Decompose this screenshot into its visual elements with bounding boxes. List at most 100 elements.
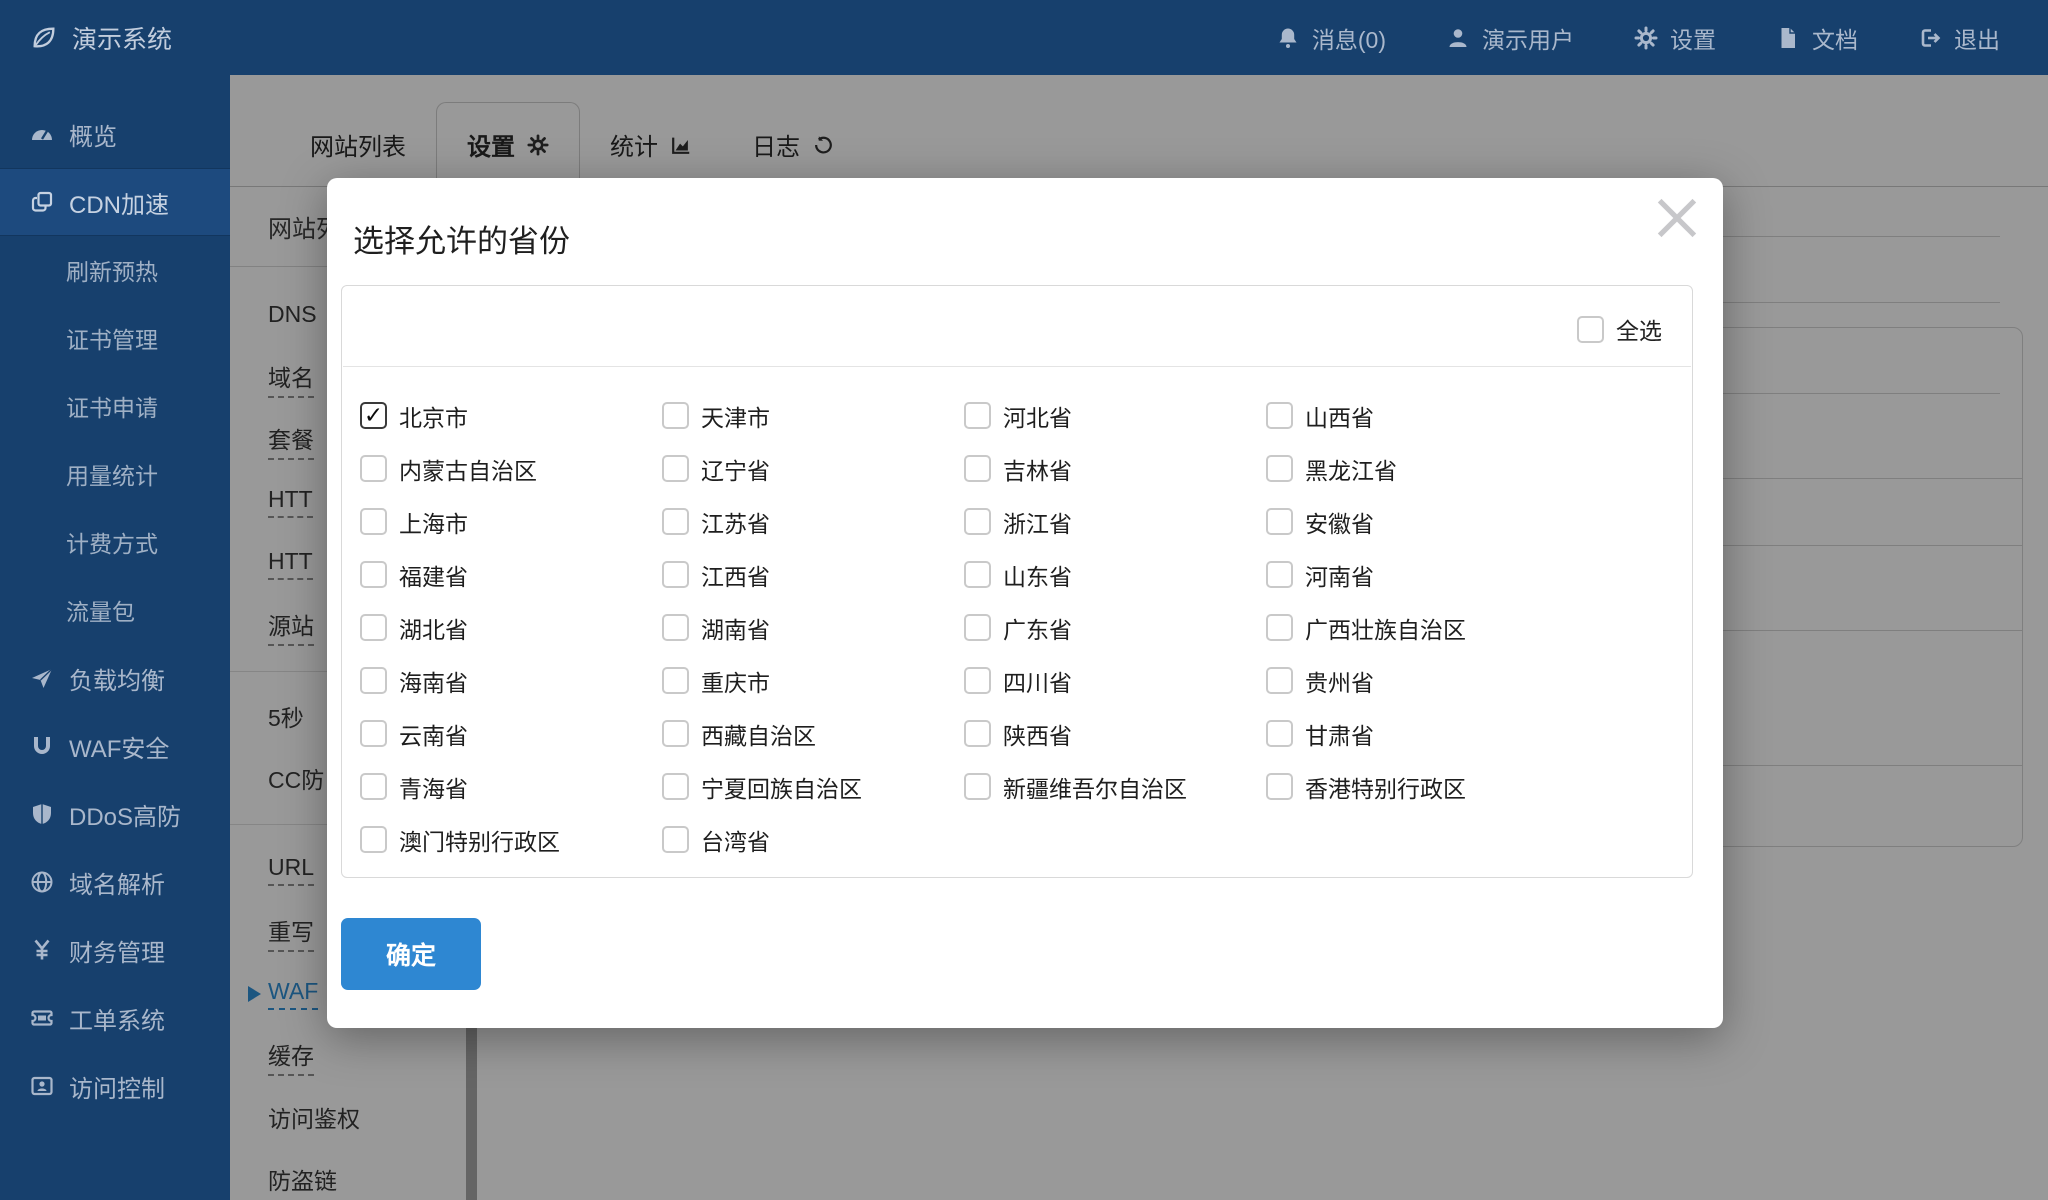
sidebar: 概览 CDN加速 刷新预热 证书管理 证书申请 用量统计 xyxy=(0,75,230,1200)
sidebar-item[interactable]: 财务管理 xyxy=(0,916,230,984)
sidebar-item[interactable]: 流量包 xyxy=(0,576,230,644)
confirm-button[interactable]: 确定 xyxy=(341,918,481,990)
sidebar-item[interactable]: 负载均衡 xyxy=(0,644,230,712)
sidebar-item[interactable]: 域名解析 xyxy=(0,848,230,916)
province-label: 上海市 xyxy=(399,505,468,539)
province-label: 吉林省 xyxy=(1003,452,1072,486)
province-checkbox[interactable] xyxy=(964,561,991,588)
province-checkbox[interactable] xyxy=(1266,720,1293,747)
province-checkbox[interactable] xyxy=(964,667,991,694)
province-option[interactable]: 黑龙江省 xyxy=(1266,442,1568,495)
province-option[interactable]: 河北省 xyxy=(964,389,1266,442)
close-icon[interactable] xyxy=(1651,192,1703,244)
province-option[interactable]: 香港特别行政区 xyxy=(1266,760,1568,813)
province-checkbox[interactable] xyxy=(662,720,689,747)
sidebar-item[interactable]: 访问控制 xyxy=(0,1052,230,1120)
province-option[interactable]: 澳门特别行政区 xyxy=(360,813,662,866)
header-menu-item[interactable]: 演示用户 xyxy=(1446,21,1574,55)
province-option[interactable]: 甘肃省 xyxy=(1266,707,1568,760)
province-option[interactable]: 西藏自治区 xyxy=(662,707,964,760)
province-option[interactable]: 安徽省 xyxy=(1266,495,1568,548)
province-checkbox[interactable] xyxy=(1266,773,1293,800)
sidebar-item[interactable]: 刷新预热 xyxy=(0,236,230,304)
sidebar-item[interactable]: 工单系统 xyxy=(0,984,230,1052)
province-option[interactable]: 北京市 xyxy=(360,389,662,442)
province-label: 广东省 xyxy=(1003,611,1072,645)
province-option[interactable]: 天津市 xyxy=(662,389,964,442)
province-checkbox[interactable] xyxy=(662,561,689,588)
province-option[interactable]: 云南省 xyxy=(360,707,662,760)
header-menu-item[interactable]: 设置 xyxy=(1634,21,1716,55)
province-option[interactable]: 台湾省 xyxy=(662,813,964,866)
province-checkbox[interactable] xyxy=(360,402,387,429)
province-checkbox[interactable] xyxy=(360,667,387,694)
province-checkbox[interactable] xyxy=(964,773,991,800)
sidebar-item[interactable]: 用量统计 xyxy=(0,440,230,508)
province-option[interactable]: 四川省 xyxy=(964,654,1266,707)
province-checkbox[interactable] xyxy=(662,826,689,853)
province-option[interactable]: 陕西省 xyxy=(964,707,1266,760)
province-option[interactable]: 上海市 xyxy=(360,495,662,548)
province-option[interactable]: 江西省 xyxy=(662,548,964,601)
province-option[interactable]: 宁夏回族自治区 xyxy=(662,760,964,813)
province-checkbox[interactable] xyxy=(1266,508,1293,535)
province-checkbox[interactable] xyxy=(1266,667,1293,694)
province-option[interactable]: 山东省 xyxy=(964,548,1266,601)
province-option[interactable]: 辽宁省 xyxy=(662,442,964,495)
header-menu-item[interactable]: 退出 xyxy=(1918,21,2000,55)
province-checkbox[interactable] xyxy=(662,773,689,800)
province-checkbox[interactable] xyxy=(1266,402,1293,429)
province-option[interactable]: 新疆维吾尔自治区 xyxy=(964,760,1266,813)
province-checkbox[interactable] xyxy=(662,455,689,482)
province-checkbox[interactable] xyxy=(964,402,991,429)
province-label: 河南省 xyxy=(1305,558,1374,592)
province-option[interactable]: 福建省 xyxy=(360,548,662,601)
sidebar-item-label: 域名解析 xyxy=(69,865,165,900)
province-option[interactable]: 内蒙古自治区 xyxy=(360,442,662,495)
province-checkbox[interactable] xyxy=(1266,561,1293,588)
header-menu-item[interactable]: 文档 xyxy=(1776,21,1858,55)
province-checkbox[interactable] xyxy=(964,508,991,535)
sidebar-item[interactable]: DDoS高防 xyxy=(0,780,230,848)
sidebar-item[interactable]: CDN加速 xyxy=(0,168,230,236)
province-checkbox[interactable] xyxy=(964,455,991,482)
province-option[interactable]: 山西省 xyxy=(1266,389,1568,442)
sidebar-item[interactable]: 证书申请 xyxy=(0,372,230,440)
province-option[interactable]: 海南省 xyxy=(360,654,662,707)
province-checkbox[interactable] xyxy=(964,614,991,641)
province-label: 重庆市 xyxy=(701,664,770,698)
province-checkbox[interactable] xyxy=(1266,614,1293,641)
province-label: 贵州省 xyxy=(1305,664,1374,698)
province-option[interactable]: 浙江省 xyxy=(964,495,1266,548)
province-option[interactable]: 湖北省 xyxy=(360,601,662,654)
province-option[interactable]: 重庆市 xyxy=(662,654,964,707)
sidebar-item[interactable]: WAF安全 xyxy=(0,712,230,780)
brand[interactable]: 演示系统 xyxy=(0,20,230,56)
province-option[interactable]: 广东省 xyxy=(964,601,1266,654)
province-checkbox[interactable] xyxy=(662,402,689,429)
province-option[interactable]: 江苏省 xyxy=(662,495,964,548)
sidebar-item[interactable]: 证书管理 xyxy=(0,304,230,372)
province-checkbox[interactable] xyxy=(360,508,387,535)
province-checkbox[interactable] xyxy=(1266,455,1293,482)
province-option[interactable]: 贵州省 xyxy=(1266,654,1568,707)
province-checkbox[interactable] xyxy=(964,720,991,747)
province-option[interactable]: 河南省 xyxy=(1266,548,1568,601)
header-menu-item[interactable]: 消息(0) xyxy=(1276,21,1386,55)
province-checkbox[interactable] xyxy=(360,455,387,482)
province-checkbox[interactable] xyxy=(662,667,689,694)
province-option[interactable]: 湖南省 xyxy=(662,601,964,654)
province-option[interactable]: 广西壮族自治区 xyxy=(1266,601,1568,654)
province-checkbox[interactable] xyxy=(360,826,387,853)
province-checkbox[interactable] xyxy=(662,614,689,641)
province-checkbox[interactable] xyxy=(360,720,387,747)
select-all-checkbox[interactable] xyxy=(1577,316,1604,343)
province-checkbox[interactable] xyxy=(662,508,689,535)
sidebar-item[interactable]: 概览 xyxy=(0,100,230,168)
sidebar-item[interactable]: 计费方式 xyxy=(0,508,230,576)
province-option[interactable]: 青海省 xyxy=(360,760,662,813)
province-checkbox[interactable] xyxy=(360,561,387,588)
province-checkbox[interactable] xyxy=(360,614,387,641)
province-option[interactable]: 吉林省 xyxy=(964,442,1266,495)
province-checkbox[interactable] xyxy=(360,773,387,800)
